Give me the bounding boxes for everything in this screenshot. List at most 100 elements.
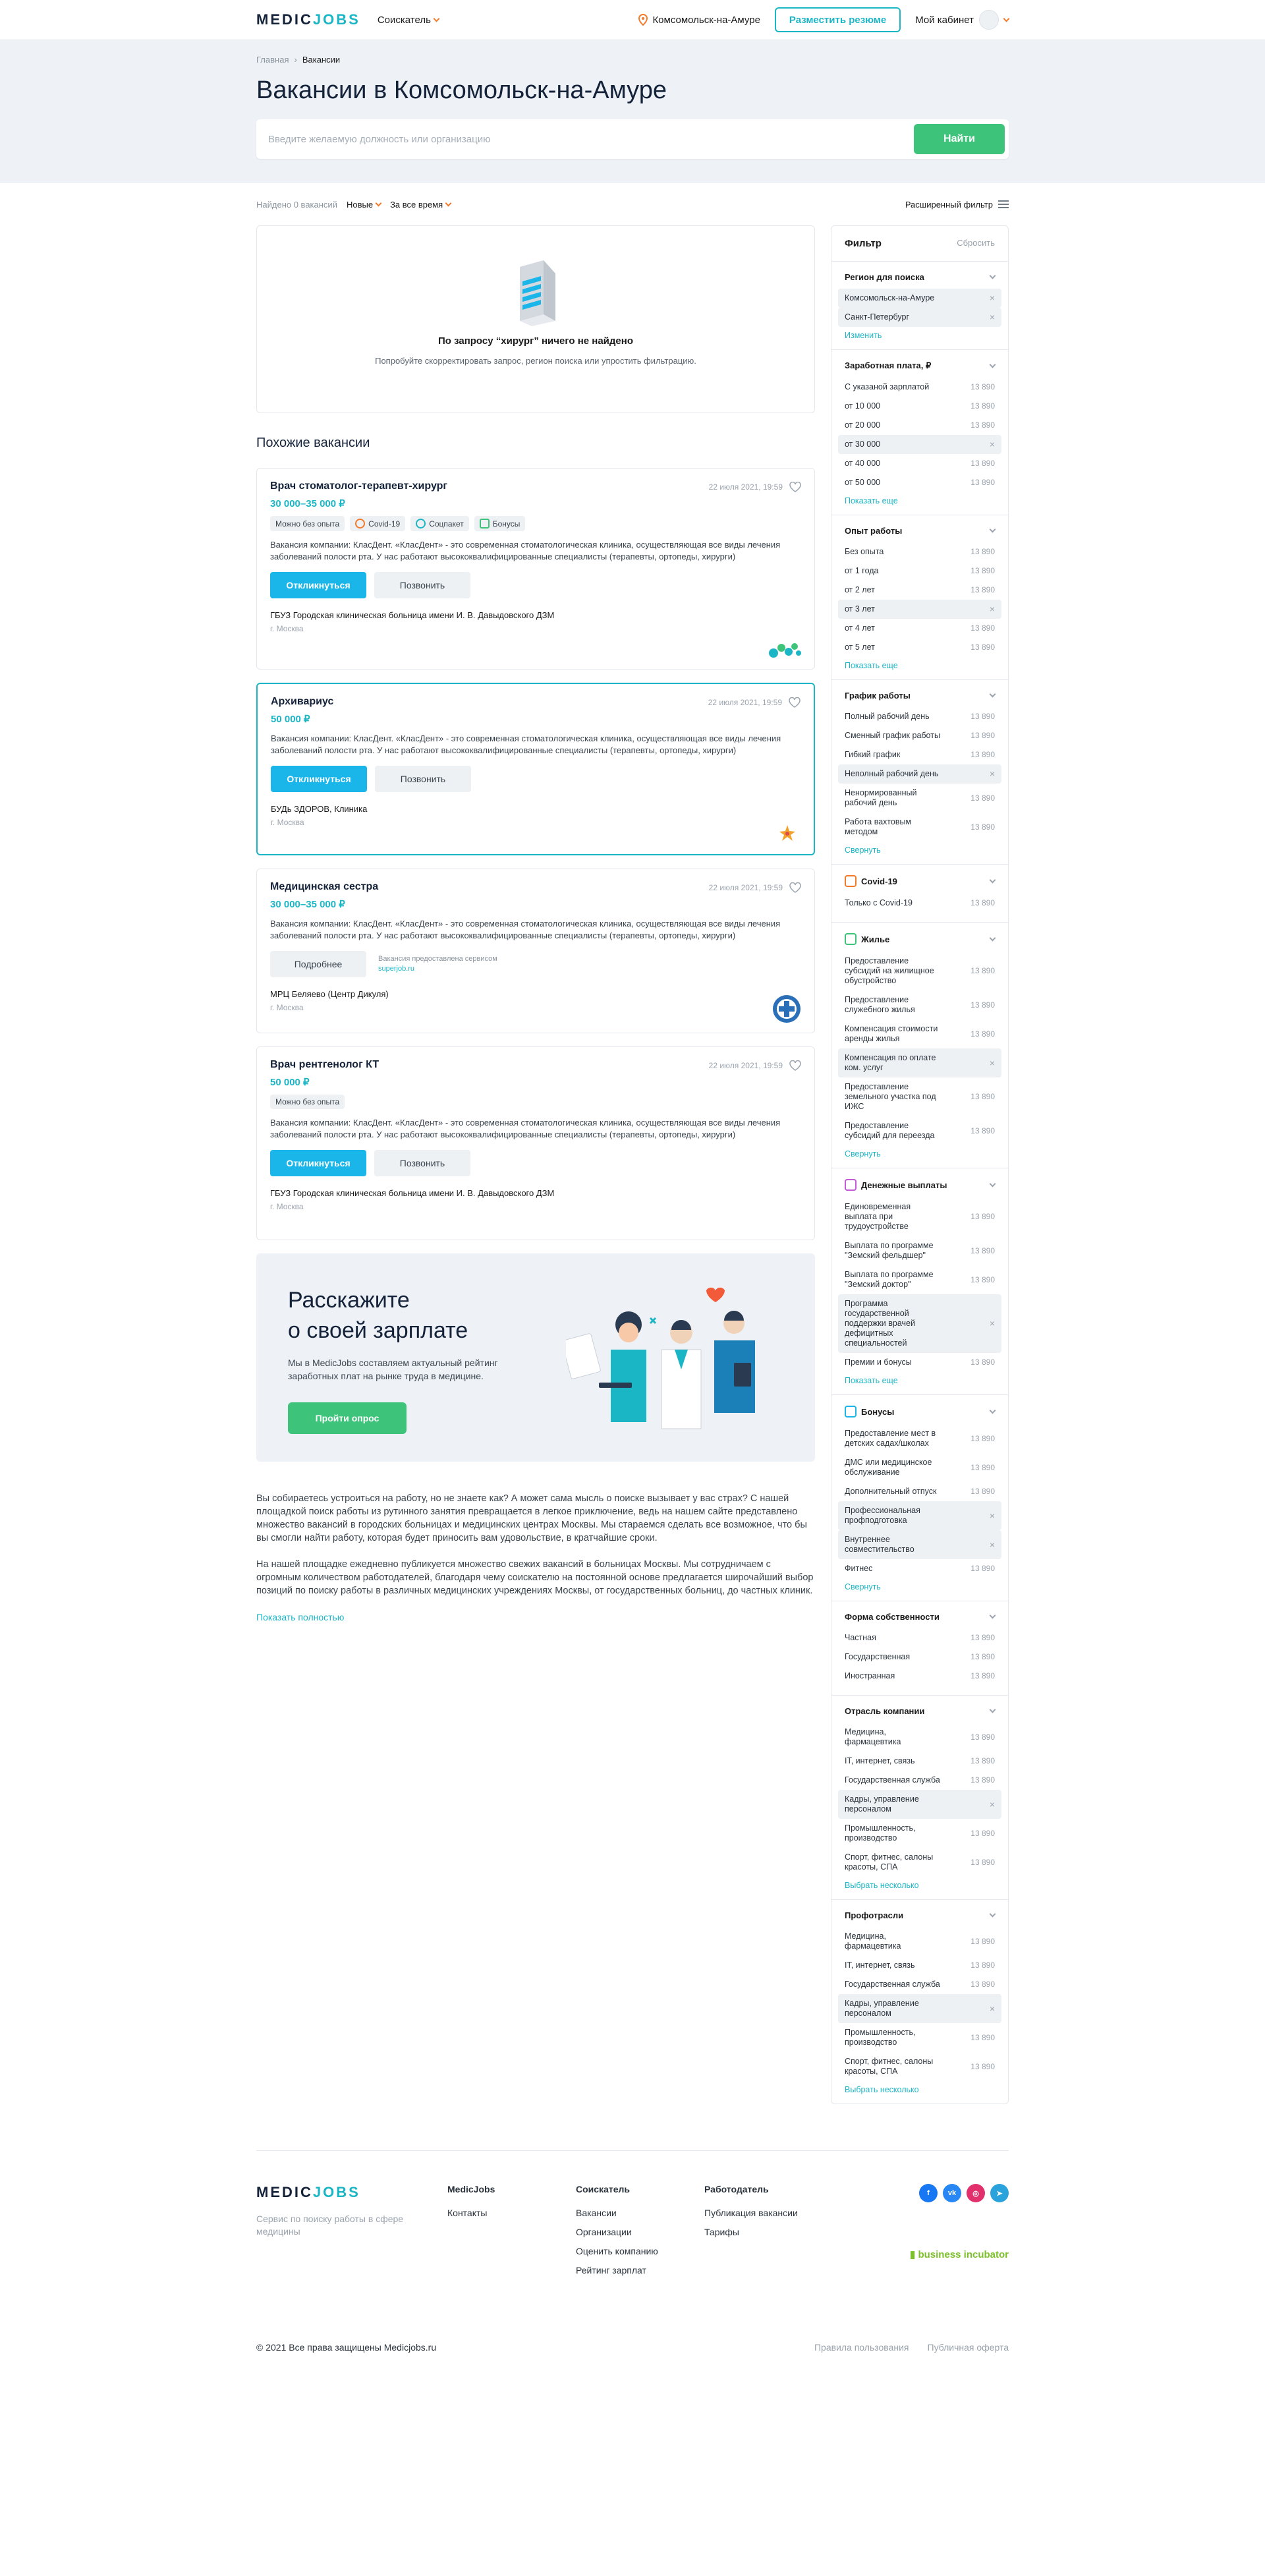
footer-link[interactable]: Рейтинг зарплат bbox=[576, 2265, 704, 2275]
filter-option[interactable]: Неполный рабочий день × bbox=[838, 764, 1001, 784]
filter-option[interactable]: Государственная служба 13 890 bbox=[838, 1771, 1001, 1790]
vacancy-title[interactable]: Архивариус bbox=[271, 696, 333, 707]
filter-section-link[interactable]: Свернуть bbox=[838, 1578, 1001, 1591]
filter-option[interactable]: от 3 лет × bbox=[838, 600, 1001, 619]
reset-filter-link[interactable]: Сбросить bbox=[957, 238, 995, 249]
filter-section-link[interactable]: Показать еще bbox=[838, 1372, 1001, 1385]
vacancy-card[interactable]: Врач рентгенолог КТ 50 000 ₽ 22 июля 202… bbox=[256, 1046, 815, 1240]
filter-option[interactable]: Частная 13 890 bbox=[838, 1628, 1001, 1647]
filter-option[interactable]: Кадры, управление персоналом × bbox=[838, 1790, 1001, 1819]
filter-option[interactable]: Санкт-Петербург × bbox=[838, 308, 1001, 327]
vacancy-org[interactable]: МРЦ Беляево (Центр Дикуля) bbox=[270, 989, 801, 999]
filter-option[interactable]: Предоставление мест в детских садах/школ… bbox=[838, 1424, 1001, 1453]
filter-section-link[interactable]: Свернуть bbox=[838, 1145, 1001, 1159]
filter-option[interactable]: Предоставление земельного участка под ИЖ… bbox=[838, 1077, 1001, 1116]
close-icon[interactable]: × bbox=[990, 1510, 995, 1521]
filter-option[interactable]: Иностранная 13 890 bbox=[838, 1667, 1001, 1686]
filter-option[interactable]: Дополнительный отпуск 13 890 bbox=[838, 1482, 1001, 1501]
filter-option[interactable]: Медицина, фармацевтика 13 890 bbox=[838, 1723, 1001, 1752]
filter-option[interactable]: Сменный график работы 13 890 bbox=[838, 726, 1001, 745]
filter-option[interactable]: Компенсация стоимости аренды жилья 13 890 bbox=[838, 1019, 1001, 1048]
call-button[interactable]: Позвонить bbox=[374, 572, 470, 598]
filter-option[interactable]: Государственная 13 890 bbox=[838, 1647, 1001, 1667]
telegram-icon[interactable]: ➤ bbox=[990, 2184, 1009, 2202]
instagram-icon[interactable]: ◎ bbox=[967, 2184, 985, 2202]
facebook-icon[interactable]: f bbox=[919, 2184, 938, 2202]
filter-option[interactable]: от 20 000 13 890 bbox=[838, 416, 1001, 435]
city-selector[interactable]: Комсомольск-на-Амуре bbox=[638, 14, 760, 26]
filter-option[interactable]: от 2 лет 13 890 bbox=[838, 581, 1001, 600]
post-resume-button[interactable]: Разместить резюме bbox=[774, 7, 901, 32]
vacancy-title[interactable]: Врач рентгенолог КТ bbox=[270, 1059, 379, 1070]
period-select[interactable]: За все время bbox=[390, 200, 452, 210]
filter-section-header[interactable]: Covid-19 bbox=[838, 875, 1001, 887]
details-button[interactable]: Подробнее bbox=[270, 951, 366, 977]
vacancy-org[interactable]: БУДь ЗДОРОВ, Клиника bbox=[271, 804, 801, 814]
close-icon[interactable]: × bbox=[990, 1539, 995, 1550]
filter-option[interactable]: Полный рабочий день 13 890 bbox=[838, 707, 1001, 726]
breadcrumb-home[interactable]: Главная bbox=[256, 55, 289, 65]
vacancy-title[interactable]: Врач стоматолог-терапевт-хирург bbox=[270, 480, 447, 492]
filter-option[interactable]: Компенсация по оплате ком. услуг × bbox=[838, 1048, 1001, 1077]
filter-section-header[interactable]: Форма собственности bbox=[838, 1612, 1001, 1622]
close-icon[interactable]: × bbox=[990, 312, 995, 322]
filter-option[interactable]: Ненормированный рабочий день 13 890 bbox=[838, 784, 1001, 813]
footer-link[interactable]: Оценить компанию bbox=[576, 2246, 704, 2256]
filter-option[interactable]: Медицина, фармацевтика 13 890 bbox=[838, 1927, 1001, 1956]
heart-icon[interactable] bbox=[789, 697, 801, 708]
filter-section-link[interactable]: Свернуть bbox=[838, 842, 1001, 855]
show-more-link[interactable]: Показать полностью bbox=[256, 1612, 344, 1622]
footer-link[interactable]: Вакансии bbox=[576, 2208, 704, 2218]
apply-button[interactable]: Откликнуться bbox=[270, 572, 366, 598]
filter-section-header[interactable]: Опыт работы bbox=[838, 526, 1001, 536]
filter-option[interactable]: ДМС или медицинское обслуживание 13 890 bbox=[838, 1453, 1001, 1482]
filter-option[interactable]: Внутреннее совместительство × bbox=[838, 1530, 1001, 1559]
filter-option[interactable]: от 40 000 13 890 bbox=[838, 454, 1001, 473]
filter-section-link[interactable]: Изменить bbox=[838, 327, 1001, 340]
filter-section-link[interactable]: Показать еще bbox=[838, 492, 1001, 505]
filter-option[interactable]: от 4 лет 13 890 bbox=[838, 619, 1001, 638]
heart-icon[interactable] bbox=[789, 882, 801, 893]
filter-section-header[interactable]: Бонусы bbox=[838, 1406, 1001, 1417]
apply-button[interactable]: Откликнуться bbox=[271, 766, 367, 792]
filter-option[interactable]: Предоставление субсидий для переезда 13 8… bbox=[838, 1116, 1001, 1145]
filter-option[interactable]: Без опыта 13 890 bbox=[838, 542, 1001, 561]
filter-option[interactable]: от 5 лет 13 890 bbox=[838, 638, 1001, 657]
filter-option[interactable]: Промышленность, производство 13 890 bbox=[838, 2023, 1001, 2052]
filter-option[interactable]: IT, интернет, связь 13 890 bbox=[838, 1752, 1001, 1771]
filter-option[interactable]: Выплата по программе "Земский фельдшер" 1… bbox=[838, 1236, 1001, 1265]
sort-select[interactable]: Новые bbox=[347, 200, 382, 210]
filter-option[interactable]: от 30 000 × bbox=[838, 435, 1001, 454]
footer-logo[interactable]: MEDICJOBS bbox=[256, 2184, 360, 2200]
filter-section-link[interactable]: Показать еще bbox=[838, 657, 1001, 670]
close-icon[interactable]: × bbox=[990, 769, 995, 779]
filter-section-header[interactable]: Профотрасли bbox=[838, 1910, 1001, 1920]
close-icon[interactable]: × bbox=[990, 1799, 995, 1810]
close-icon[interactable]: × bbox=[990, 440, 995, 449]
vacancy-card[interactable]: Врач стоматолог-терапевт-хирург 30 000–3… bbox=[256, 468, 815, 670]
footer-link[interactable]: Организации bbox=[576, 2227, 704, 2237]
call-button[interactable]: Позвонить bbox=[374, 1150, 470, 1176]
filter-option[interactable]: Фитнес 13 890 bbox=[838, 1559, 1001, 1578]
filter-option[interactable]: Кадры, управление персоналом × bbox=[838, 1994, 1001, 2023]
filter-option[interactable]: Предоставление служебного жилья 13 890 bbox=[838, 990, 1001, 1019]
vacancy-org[interactable]: ГБУЗ Городская клиническая больница имен… bbox=[270, 1188, 801, 1198]
filter-option[interactable]: Спорт, фитнес, салоны красоты, СПА 13 890 bbox=[838, 2052, 1001, 2081]
filter-option[interactable]: Премии и бонусы 13 890 bbox=[838, 1353, 1001, 1372]
filter-option[interactable]: Предоставление субсидий на жилищное обус… bbox=[838, 952, 1001, 990]
filter-option[interactable]: Комсомольск-на-Амуре × bbox=[838, 289, 1001, 308]
filter-section-header[interactable]: Денежные выплаты bbox=[838, 1179, 1001, 1191]
logo[interactable]: MEDICJOBS bbox=[256, 11, 360, 28]
filter-section-link[interactable]: Выбрать несколько bbox=[838, 2081, 1001, 2094]
heart-icon[interactable] bbox=[789, 482, 801, 492]
close-icon[interactable]: × bbox=[990, 1058, 995, 1068]
footer-link[interactable]: Контакты bbox=[447, 2208, 576, 2218]
filter-option[interactable]: Спорт, фитнес, салоны красоты, СПА 13 890 bbox=[838, 1848, 1001, 1877]
filter-option[interactable]: от 50 000 13 890 bbox=[838, 473, 1001, 492]
role-switcher[interactable]: Соискатель bbox=[378, 14, 440, 26]
filter-option[interactable]: Государственная служба 13 890 bbox=[838, 1975, 1001, 1994]
filter-section-link[interactable]: Выбрать несколько bbox=[838, 1877, 1001, 1890]
vacancy-card[interactable]: Медицинская сестра 30 000–35 000 ₽ 22 ию… bbox=[256, 869, 815, 1033]
vacancy-org[interactable]: ГБУЗ Городская клиническая больница имен… bbox=[270, 610, 801, 620]
filter-section-header[interactable]: Регион для поиска bbox=[838, 272, 1001, 282]
